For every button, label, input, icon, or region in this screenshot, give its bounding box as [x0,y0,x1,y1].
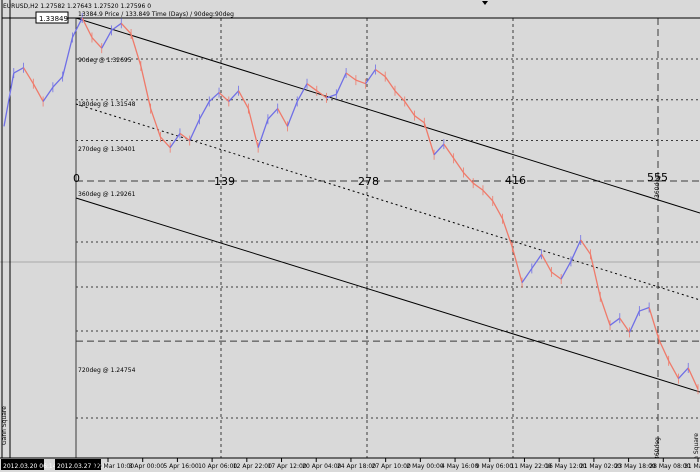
vertical-label-gann-square-left: Gann Square [1,406,8,445]
x-tick-label: 3 Apr 00:00 [129,463,164,470]
x-tick-label: 10 Apr 06:00 [198,463,237,470]
x-axis: 2012.03.20 06:14 2012.03.27 12:0029 Mar 1… [0,457,700,472]
x-tick-label: 9 May 06:00 [476,463,514,470]
chart-background [0,0,700,472]
level-label-90: 90deg @ 1.32695 [78,57,132,64]
x-axis-date-label: 2012.03.20 06:14 [3,463,57,470]
gann-time-label-416: 416 [505,174,526,187]
fan-label: 13384.9 Price / 133.849 Time (Days) / 90… [78,11,234,18]
x-tick-label: 31 May 00:00 [684,463,700,470]
price-chart[interactable]: EURUSD,H2 1.27582 1.27643 1.27520 1.2759… [0,0,700,472]
x-tick-label: 12 Apr 22:00 [233,463,272,470]
x-tick-label: 2 May 00:00 [406,463,444,470]
level-label-720: 720deg @ 1.24754 [78,367,136,374]
gann-time-label-0: 0 [73,172,80,185]
x-tick-label: 24 Apr 18:00 [337,463,376,470]
x-tick-label: 27 Apr 10:00 [372,463,411,470]
x-tick-label: 5 Apr 16:00 [163,463,198,470]
symbol-info: EURUSD,H2 1.27582 1.27643 1.27520 1.2759… [3,3,151,10]
vertical-label-360deg-top: 360deg [654,175,661,198]
level-label-270: 270deg @ 1.30401 [78,146,136,153]
x-tick-label: 20 Apr 04:00 [302,463,341,470]
x-tick-label: 17 Apr 12:00 [268,463,307,470]
level-label-360: 360deg @ 1.29261 [78,191,136,198]
price-box: 1.33849 [39,15,68,23]
level-label-180: 180deg @ 1.31548 [78,101,136,108]
gann-time-label-278: 278 [358,175,379,188]
gann-time-label-139: 139 [214,175,235,188]
vertical-label-360deg-bottom: 360deg [654,437,661,460]
x-tick-label: 4 May 16:00 [441,463,479,470]
